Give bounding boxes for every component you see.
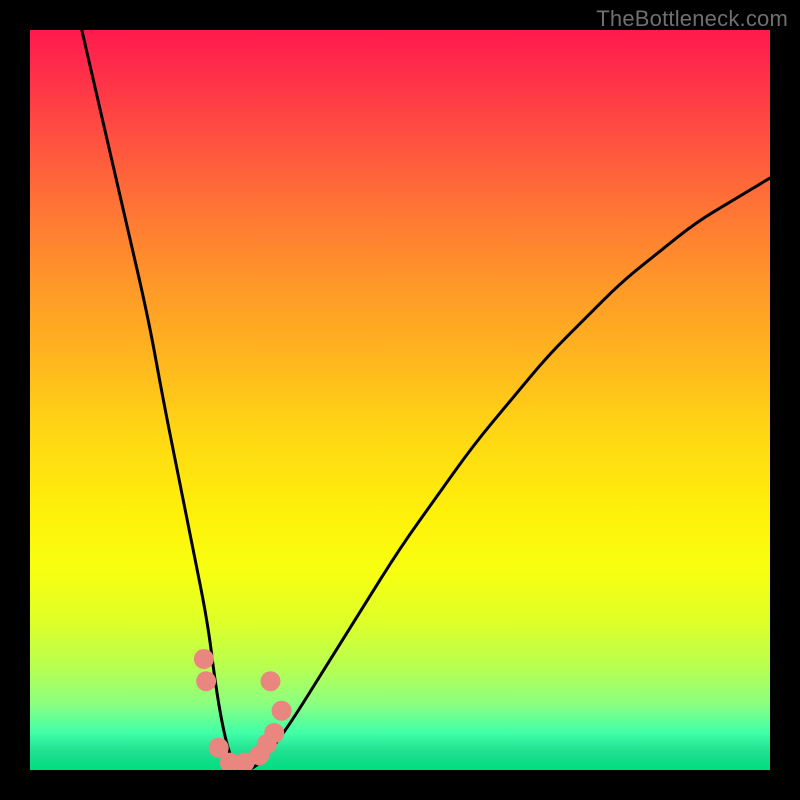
marker-dot: [196, 671, 216, 691]
chart-frame: TheBottleneck.com: [0, 0, 800, 800]
marker-dot: [194, 649, 214, 669]
watermark-text: TheBottleneck.com: [596, 6, 788, 32]
marker-dot: [272, 701, 292, 721]
plot-area: [30, 30, 770, 770]
marker-dot: [261, 671, 281, 691]
curve-markers: [194, 649, 292, 770]
bottleneck-curve: [82, 30, 770, 770]
marker-dot: [264, 723, 284, 743]
curve-svg: [30, 30, 770, 770]
